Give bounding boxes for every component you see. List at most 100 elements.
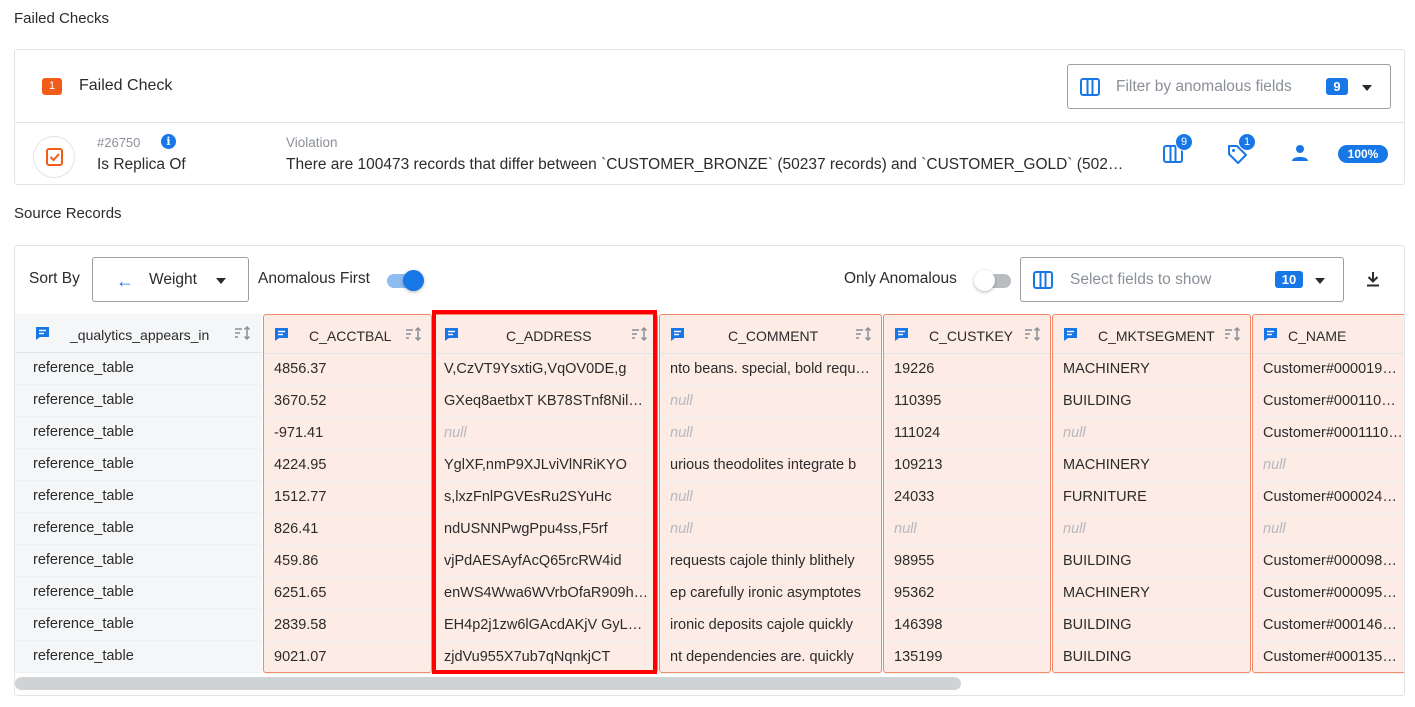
column-header-acctbal[interactable]: C_ACCTBAL xyxy=(264,315,431,354)
failed-check-card: 1 Failed Check Filter by anomalous field… xyxy=(14,49,1405,185)
table-cell: 146398 xyxy=(884,610,1050,642)
table-cell: reference_table xyxy=(15,513,262,545)
column-header-comment[interactable]: C_COMMENT xyxy=(660,315,881,354)
table-cell: Customer#000098955 xyxy=(1253,546,1404,578)
sort-by-select[interactable]: ← Weight xyxy=(92,257,249,302)
table-cell: BUILDING xyxy=(1053,546,1250,578)
comment-icon[interactable] xyxy=(35,326,50,345)
coverage-badge: 100% xyxy=(1338,145,1388,163)
anomalous-first-toggle[interactable] xyxy=(387,270,424,291)
table-cell: ep carefully ironic asymptotes xyxy=(660,578,881,610)
table-cell: null xyxy=(660,514,881,546)
info-icon[interactable]: i xyxy=(161,134,176,149)
table-cell: -971.41 xyxy=(264,418,431,450)
table-cell: reference_table xyxy=(15,353,262,385)
violation-text: There are 100473 records that differ bet… xyxy=(286,156,1126,173)
table-cell: Customer#000110395 xyxy=(1253,386,1404,418)
column-appears-in: _qualytics_appears_in reference_table refe… xyxy=(15,314,262,673)
column-name: C_NAME Customer#000019226 Customer#0001103… xyxy=(1252,314,1404,674)
table-cell: reference_table xyxy=(15,577,262,609)
table-cell: MACHINERY xyxy=(1053,354,1250,386)
fields-count-badge: 10 xyxy=(1275,271,1303,288)
table-cell: Customer#000111024 xyxy=(1253,418,1404,450)
fields-count-badge: 9 xyxy=(1175,133,1193,151)
column-title: C_NAME xyxy=(1288,328,1347,344)
anomalous-fields-filter[interactable]: Filter by anomalous fields 9 xyxy=(1067,64,1391,109)
table-cell: Customer#000019226 xyxy=(1253,354,1404,386)
table-cell: requests cajole thinly blithely xyxy=(660,546,881,578)
sort-icon[interactable] xyxy=(1224,326,1242,346)
column-title: C_CUSTKEY xyxy=(929,328,1014,344)
table-cell: 135199 xyxy=(884,642,1050,674)
only-anomalous-toggle[interactable] xyxy=(974,270,1011,291)
table-cell: MACHINERY xyxy=(1053,578,1250,610)
check-name: Is Replica Of xyxy=(97,156,186,173)
comment-icon[interactable] xyxy=(1063,327,1078,346)
comment-icon[interactable] xyxy=(274,327,289,346)
comment-icon[interactable] xyxy=(670,327,685,346)
table-cell: ironic deposits cajole quickly xyxy=(660,610,881,642)
comment-icon[interactable] xyxy=(894,327,909,346)
table-cell: Customer#000146398 xyxy=(1253,610,1404,642)
table-cell: 2839.58 xyxy=(264,610,431,642)
table-cell: 826.41 xyxy=(264,514,431,546)
table-cell: Customer#000024033 xyxy=(1253,482,1404,514)
sort-icon[interactable] xyxy=(855,326,873,346)
column-custkey: C_CUSTKEY 19226 110395 111024 109213 24033 nul… xyxy=(883,314,1051,674)
sort-by-label: Sort By xyxy=(29,270,80,287)
table-cell: null xyxy=(1053,418,1250,450)
chevron-down-icon xyxy=(1362,85,1372,91)
table-cell: 459.86 xyxy=(264,546,431,578)
tags-count-badge: 1 xyxy=(1238,133,1256,151)
comment-icon[interactable] xyxy=(1263,327,1278,346)
records-table: _qualytics_appears_in reference_table refe… xyxy=(15,314,1404,674)
table-cell: reference_table xyxy=(15,609,262,641)
sort-by-value: Weight xyxy=(149,271,197,288)
column-header-name[interactable]: C_NAME xyxy=(1253,315,1404,354)
table-cell: 4856.37 xyxy=(264,354,431,386)
check-id: #26750 xyxy=(97,135,141,150)
columns-icon xyxy=(1080,78,1100,100)
column-header-custkey[interactable]: C_CUSTKEY xyxy=(884,315,1050,354)
table-cell: nt dependencies are. quickly xyxy=(660,642,881,674)
anomalous-first-label: Anomalous First xyxy=(258,270,370,287)
column-header-appears-in[interactable]: _qualytics_appears_in xyxy=(15,314,262,353)
fields-select[interactable]: Select fields to show 10 xyxy=(1020,257,1344,302)
table-cell: reference_table xyxy=(15,641,262,673)
arrow-left-icon: ← xyxy=(116,271,134,291)
failed-check-header: 1 Failed Check Filter by anomalous field… xyxy=(15,50,1404,123)
table-cell: 95362 xyxy=(884,578,1050,610)
table-cell: 4224.95 xyxy=(264,450,431,482)
fields-placeholder: Select fields to show xyxy=(1070,271,1212,288)
column-title: C_MKTSEGMENT xyxy=(1098,328,1215,344)
table-cell: 24033 xyxy=(884,482,1050,514)
failed-checks-title: Failed Checks xyxy=(14,10,110,27)
table-cell: null xyxy=(1253,450,1404,482)
source-records-panel: Sort By ← Weight Anomalous First Only An… xyxy=(14,245,1405,696)
column-title: C_COMMENT xyxy=(728,328,819,344)
table-cell: null xyxy=(884,514,1050,546)
table-cell: 3670.52 xyxy=(264,386,431,418)
column-mktsegment: C_MKTSEGMENT MACHINERY BUILDING null MACHINE… xyxy=(1052,314,1251,674)
user-icon[interactable] xyxy=(1291,144,1309,166)
table-cell: BUILDING xyxy=(1053,386,1250,418)
only-anomalous-label: Only Anomalous xyxy=(844,270,957,287)
sort-icon[interactable] xyxy=(405,326,423,346)
table-cell: reference_table xyxy=(15,449,262,481)
download-icon[interactable] xyxy=(1366,271,1380,291)
table-cell: 1512.77 xyxy=(264,482,431,514)
table-cell: 9021.07 xyxy=(264,642,431,674)
column-title: C_ACCTBAL xyxy=(309,328,392,344)
column-header-mktsegment[interactable]: C_MKTSEGMENT xyxy=(1053,315,1250,354)
table-cell: Customer#000135199 xyxy=(1253,642,1404,674)
table-cell: nto beans. special, bold requests xyxy=(660,354,881,386)
sort-icon[interactable] xyxy=(234,325,252,345)
horizontal-scrollbar[interactable] xyxy=(15,677,961,690)
column-acctbal: C_ACCTBAL 4856.37 3670.52 -971.41 4224.95 151… xyxy=(263,314,432,674)
sort-icon[interactable] xyxy=(1024,326,1042,346)
table-cell: BUILDING xyxy=(1053,610,1250,642)
table-cell: reference_table xyxy=(15,545,262,577)
table-cell: MACHINERY xyxy=(1053,450,1250,482)
table-cell: BUILDING xyxy=(1053,642,1250,674)
table-cell: Customer#000095362 xyxy=(1253,578,1404,610)
